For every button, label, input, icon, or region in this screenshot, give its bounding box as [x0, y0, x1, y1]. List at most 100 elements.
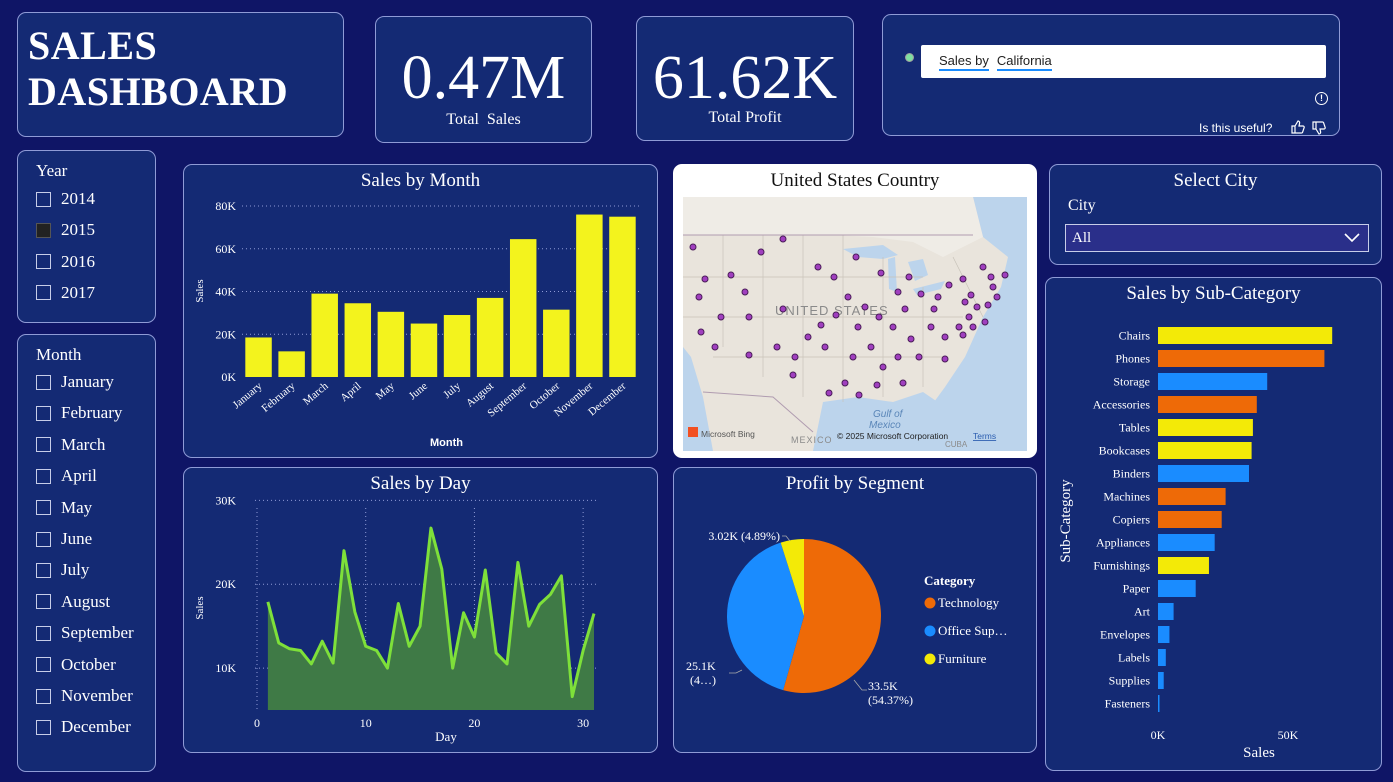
thumbs-up-icon[interactable]	[1291, 120, 1305, 134]
city-dot[interactable]	[945, 281, 953, 289]
city-dot[interactable]	[825, 389, 833, 397]
city-dot[interactable]	[791, 353, 799, 361]
month-item-may[interactable]: May	[36, 497, 92, 519]
bar[interactable]	[1158, 396, 1257, 413]
city-dot[interactable]	[961, 298, 969, 306]
city-dot[interactable]	[832, 311, 840, 319]
city-dot[interactable]	[934, 293, 942, 301]
city-dot[interactable]	[941, 333, 949, 341]
bar[interactable]	[1158, 327, 1333, 344]
bar[interactable]	[1158, 442, 1252, 459]
city-dot[interactable]	[689, 243, 697, 251]
city-dot[interactable]	[989, 283, 997, 291]
city-dot[interactable]	[889, 323, 897, 331]
legend-item[interactable]: Technology	[938, 595, 1000, 610]
city-dot[interactable]	[804, 333, 812, 341]
city-dot[interactable]	[894, 288, 902, 296]
city-dot[interactable]	[927, 323, 935, 331]
checkbox-icon[interactable]	[36, 688, 51, 704]
year-item-2017[interactable]: 2017	[36, 282, 95, 304]
city-dot[interactable]	[979, 263, 987, 271]
city-dot[interactable]	[757, 248, 765, 256]
legend-item[interactable]: Furniture	[938, 651, 987, 666]
city-dot[interactable]	[817, 321, 825, 329]
month-item-march[interactable]: March	[36, 434, 105, 456]
checkbox-icon[interactable]	[36, 500, 51, 516]
checkbox-icon[interactable]	[36, 531, 51, 547]
city-dot[interactable]	[867, 343, 875, 351]
bar[interactable]	[443, 315, 471, 377]
city-dot[interactable]	[841, 379, 849, 387]
bar[interactable]	[245, 337, 272, 377]
city-dot[interactable]	[955, 323, 963, 331]
qa-input[interactable]: Sales by California	[921, 45, 1326, 78]
city-dot[interactable]	[779, 305, 787, 313]
city-dot[interactable]	[1001, 271, 1009, 279]
bar[interactable]	[509, 239, 537, 377]
checkbox-icon[interactable]	[36, 285, 51, 301]
month-item-october[interactable]: October	[36, 654, 116, 676]
city-dot[interactable]	[727, 271, 735, 279]
checkbox-icon[interactable]	[36, 719, 51, 735]
bar[interactable]	[1158, 649, 1166, 666]
city-dot[interactable]	[773, 343, 781, 351]
month-item-september[interactable]: September	[36, 622, 134, 644]
year-item-2016[interactable]: 2016	[36, 251, 95, 273]
bar[interactable]	[344, 303, 372, 377]
city-dot[interactable]	[789, 371, 797, 379]
month-item-june[interactable]: June	[36, 528, 92, 550]
city-dot[interactable]	[959, 275, 967, 283]
month-item-july[interactable]: July	[36, 559, 89, 581]
city-dot[interactable]	[745, 351, 753, 359]
month-item-february[interactable]: February	[36, 402, 122, 424]
city-dot[interactable]	[844, 293, 852, 301]
city-dot[interactable]	[967, 291, 975, 299]
month-item-december[interactable]: December	[36, 716, 131, 738]
city-dot[interactable]	[965, 313, 973, 321]
bar[interactable]	[278, 351, 305, 377]
city-dot[interactable]	[695, 293, 703, 301]
bar[interactable]	[311, 293, 338, 377]
bar[interactable]	[1158, 350, 1325, 367]
bar[interactable]	[1158, 373, 1268, 390]
city-dot[interactable]	[741, 288, 749, 296]
city-dot[interactable]	[941, 355, 949, 363]
city-dot[interactable]	[899, 379, 907, 387]
city-dot[interactable]	[905, 273, 913, 281]
city-dot[interactable]	[711, 343, 719, 351]
bar[interactable]	[377, 311, 405, 377]
checkbox-icon[interactable]	[36, 468, 51, 484]
city-dot[interactable]	[852, 253, 860, 261]
checkbox-icon[interactable]	[36, 191, 51, 207]
checkbox-icon[interactable]	[36, 437, 51, 453]
checkbox-icon[interactable]	[36, 222, 51, 238]
city-dot[interactable]	[901, 305, 909, 313]
city-dot[interactable]	[779, 235, 787, 243]
bar[interactable]	[1158, 465, 1249, 482]
city-dot[interactable]	[879, 363, 887, 371]
bar[interactable]	[543, 309, 570, 377]
checkbox-icon[interactable]	[36, 562, 51, 578]
city-dot[interactable]	[894, 353, 902, 361]
bar[interactable]	[1158, 488, 1226, 505]
bar[interactable]	[609, 216, 636, 377]
city-dot[interactable]	[959, 331, 967, 339]
info-icon[interactable]: !	[1315, 92, 1328, 105]
us-map[interactable]: UNITED STATES Gulf of Mexico MEXICO CUBA …	[683, 197, 1027, 451]
city-dropdown[interactable]: All	[1065, 224, 1369, 252]
month-item-january[interactable]: January	[36, 371, 114, 393]
checkbox-icon[interactable]	[36, 625, 51, 641]
city-dot[interactable]	[861, 303, 869, 311]
bar[interactable]	[1158, 580, 1196, 597]
city-dot[interactable]	[915, 353, 923, 361]
legend-item[interactable]: Office Sup…	[938, 623, 1007, 638]
checkbox-icon[interactable]	[36, 405, 51, 421]
bar[interactable]	[410, 323, 438, 377]
month-item-november[interactable]: November	[36, 685, 133, 707]
city-dot[interactable]	[930, 305, 938, 313]
city-dot[interactable]	[854, 323, 862, 331]
thumbs-down-icon[interactable]	[1312, 121, 1326, 135]
checkbox-icon[interactable]	[36, 254, 51, 270]
year-item-2014[interactable]: 2014	[36, 188, 95, 210]
city-dot[interactable]	[973, 303, 981, 311]
